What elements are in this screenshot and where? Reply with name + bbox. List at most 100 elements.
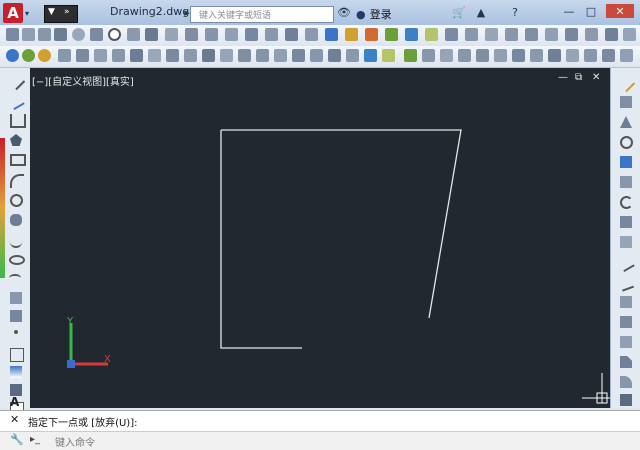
ucs-world-icon[interactable]	[422, 49, 435, 62]
login-button[interactable]: ● 登录	[356, 6, 392, 22]
wedge-icon[interactable]	[127, 28, 140, 41]
view-right-icon[interactable]	[545, 28, 558, 41]
solid-edit-icon[interactable]	[58, 49, 71, 62]
command-close-icon[interactable]: ✕	[10, 413, 19, 426]
spline-icon[interactable]	[10, 234, 22, 248]
array-icon[interactable]	[620, 156, 632, 168]
drawn-polyline[interactable]	[221, 129, 462, 319]
orbit-icon[interactable]	[585, 28, 598, 41]
render-icon[interactable]	[405, 28, 418, 41]
mirror-icon[interactable]	[620, 116, 632, 128]
box-icon[interactable]	[22, 28, 35, 41]
point-icon[interactable]	[14, 330, 18, 334]
rectangle-icon[interactable]	[10, 154, 26, 166]
layer-freeze-icon[interactable]	[38, 49, 51, 62]
command-input[interactable]: 键入命令	[55, 434, 95, 449]
taper-faces-icon[interactable]	[328, 49, 341, 62]
rotate-icon[interactable]	[620, 196, 633, 209]
sphere-icon[interactable]	[72, 28, 85, 41]
loft-icon[interactable]	[225, 28, 238, 41]
cart-icon[interactable]: 🛒	[452, 7, 466, 19]
binoculars-icon[interactable]: 👁	[337, 7, 351, 19]
fillet-edge-icon[interactable]	[76, 49, 89, 62]
help-icon[interactable]: ?	[508, 7, 522, 19]
move-faces-icon[interactable]	[256, 49, 269, 62]
sweep-icon[interactable]	[205, 28, 218, 41]
copy-faces-icon[interactable]	[346, 49, 359, 62]
ucs-x-icon[interactable]	[566, 49, 579, 62]
view-iso-icon[interactable]	[565, 28, 578, 41]
ucs-apply-icon[interactable]	[620, 49, 633, 62]
modeling-tool-icon[interactable]	[6, 28, 19, 41]
wireframe-icon[interactable]	[345, 28, 358, 41]
insert-block-icon[interactable]	[10, 292, 22, 304]
ucs-zaxis-icon[interactable]	[530, 49, 543, 62]
quick-access-toolbar[interactable]: ▼ »	[44, 5, 78, 23]
mtext-icon[interactable]: A	[10, 395, 19, 409]
light-icon[interactable]	[425, 28, 438, 41]
drawn-polyline-left[interactable]	[220, 130, 302, 349]
rotate-faces-icon[interactable]	[310, 49, 323, 62]
ucs-y-icon[interactable]	[584, 49, 597, 62]
break-icon[interactable]	[620, 316, 632, 328]
layer-on-icon[interactable]	[22, 49, 35, 62]
clean-icon[interactable]	[202, 49, 215, 62]
ucs-3point-icon[interactable]	[548, 49, 561, 62]
construction-line-icon[interactable]	[7, 91, 25, 111]
trim-icon[interactable]	[617, 253, 635, 273]
copy-icon[interactable]	[620, 96, 632, 108]
cylinder-icon[interactable]	[38, 28, 51, 41]
move-icon[interactable]	[620, 176, 632, 188]
ucs-previous-icon[interactable]	[440, 49, 453, 62]
ucs-object-icon[interactable]	[476, 49, 489, 62]
workspace-dropdown-icon[interactable]: ▼	[48, 7, 55, 17]
drawing-canvas[interactable]: [−][自定义视图][真实] — ⧉ ✕ Y X	[30, 68, 610, 408]
polygon-icon[interactable]	[10, 134, 22, 146]
camera-icon[interactable]	[465, 28, 478, 41]
presspull-icon[interactable]	[305, 28, 318, 41]
application-menu-button[interactable]: A ▾	[3, 3, 39, 23]
separate-icon[interactable]	[166, 49, 179, 62]
torus-icon[interactable]	[108, 28, 121, 41]
close-button[interactable]: ✕	[606, 4, 634, 18]
slice-icon[interactable]	[112, 49, 125, 62]
color-faces-icon[interactable]	[364, 49, 377, 62]
join-icon[interactable]	[620, 336, 632, 348]
circle-icon[interactable]	[10, 194, 23, 207]
explode-icon[interactable]	[620, 394, 632, 406]
view-top-icon[interactable]	[485, 28, 498, 41]
chamfer-icon[interactable]	[620, 356, 632, 368]
ellipse-arc-icon[interactable]	[9, 274, 21, 282]
stretch-icon[interactable]	[620, 236, 632, 248]
make-block-icon[interactable]	[10, 310, 22, 322]
offset-icon[interactable]	[620, 136, 633, 149]
revision-cloud-icon[interactable]	[10, 214, 22, 226]
ucs-face-icon[interactable]	[458, 49, 471, 62]
ucs-view-icon[interactable]	[494, 49, 507, 62]
gradient-icon[interactable]	[10, 366, 22, 378]
hatch-icon[interactable]	[10, 348, 24, 362]
shell-icon[interactable]	[184, 49, 197, 62]
pyramid-icon[interactable]	[90, 28, 103, 41]
maximize-button[interactable]: □	[584, 4, 598, 18]
scale-icon[interactable]	[620, 216, 632, 228]
hidden-icon[interactable]	[365, 28, 378, 41]
erase-icon[interactable]	[616, 73, 636, 93]
polysolid-icon[interactable]	[145, 28, 158, 41]
realistic-icon[interactable]	[385, 28, 398, 41]
command-input-row[interactable]: 🔧 ▸_ 键入命令	[0, 431, 640, 450]
offset-faces-icon[interactable]	[274, 49, 287, 62]
revolve-icon[interactable]	[185, 28, 198, 41]
check-icon[interactable]	[220, 49, 233, 62]
subtract-icon[interactable]	[265, 28, 278, 41]
line-icon[interactable]	[6, 71, 26, 91]
visual-style-icon[interactable]	[325, 28, 338, 41]
arc-icon[interactable]	[10, 174, 24, 188]
extrude-faces-icon[interactable]	[238, 49, 251, 62]
pan-icon[interactable]	[605, 28, 618, 41]
material-icon[interactable]	[445, 28, 458, 41]
delete-faces-icon[interactable]	[292, 49, 305, 62]
ucs-z-icon[interactable]	[602, 49, 615, 62]
ellipse-icon[interactable]	[9, 255, 25, 265]
intersect-icon[interactable]	[285, 28, 298, 41]
